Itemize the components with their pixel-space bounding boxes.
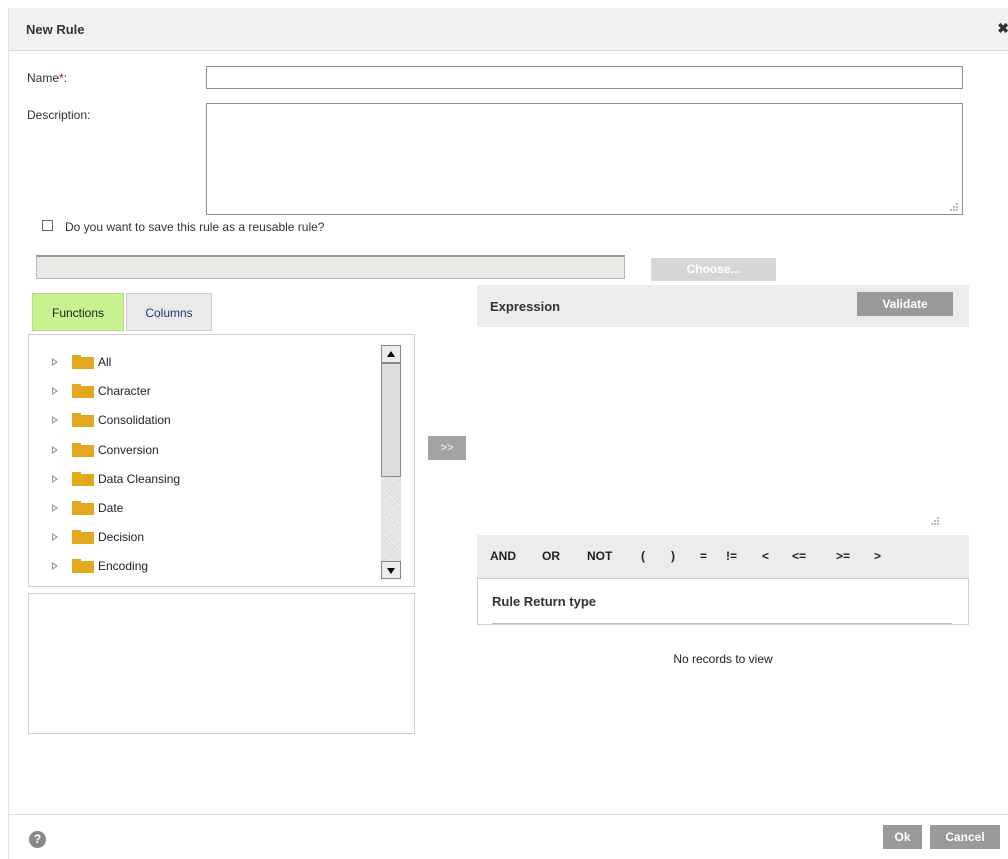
expand-arrow-icon[interactable]: [52, 446, 58, 454]
folder-icon: [72, 559, 94, 573]
tree-item-consolidation[interactable]: Consolidation: [29, 411, 369, 431]
dialog-titlebar: New Rule ✖: [9, 8, 1008, 51]
operator-not[interactable]: NOT: [587, 549, 612, 563]
name-label-suffix: :: [63, 71, 68, 85]
tree-item-label: Encoding: [98, 559, 149, 573]
validate-button[interactable]: Validate: [857, 292, 953, 316]
operator-less-or-equal[interactable]: <=: [792, 549, 806, 563]
divider: [492, 623, 952, 624]
expand-arrow-icon[interactable]: [52, 475, 58, 483]
operator-less-than[interactable]: <: [762, 549, 769, 563]
tree-item-decision[interactable]: Decision: [29, 528, 369, 548]
tree-item-label: Conversion: [98, 443, 159, 457]
expression-title: Expression: [490, 299, 561, 314]
reusable-rule-path-input: [36, 255, 625, 279]
expression-input[interactable]: [477, 327, 969, 535]
scroll-up-button[interactable]: [381, 345, 401, 363]
expand-arrow-icon[interactable]: [52, 562, 58, 570]
cancel-button[interactable]: Cancel: [930, 825, 1000, 849]
operator-greater-than[interactable]: >: [874, 549, 881, 563]
scrollbar-thumb[interactable]: [381, 363, 401, 477]
close-icon[interactable]: ✖: [997, 20, 1008, 37]
dialog-title: New Rule: [26, 22, 85, 37]
expression-panel: Expression Validate AND OR NOT ( ) = != …: [477, 285, 969, 578]
operator-and[interactable]: AND: [490, 549, 516, 563]
expand-arrow-icon[interactable]: [52, 533, 58, 541]
expand-arrow-icon[interactable]: [52, 416, 58, 424]
footer-divider: [9, 814, 1008, 815]
expand-arrow-icon[interactable]: [52, 358, 58, 366]
name-input[interactable]: [206, 66, 963, 89]
rule-return-type-title: Rule Return type: [492, 594, 597, 609]
no-records-message: No records to view: [673, 652, 773, 666]
expand-arrow-icon[interactable]: [52, 504, 58, 512]
description-label: Description:: [27, 108, 91, 122]
tree-item-label: Consolidation: [98, 413, 171, 427]
tree-item-character[interactable]: Character: [29, 382, 369, 402]
operator-bar: AND OR NOT ( ) = != < <= >= >: [477, 535, 969, 578]
tree-item-label: Data Cleansing: [98, 472, 181, 486]
arrow-up-icon: [387, 351, 395, 357]
ok-button[interactable]: Ok: [883, 825, 922, 849]
folder-icon: [72, 530, 94, 544]
tree-scrollbar[interactable]: [381, 345, 401, 579]
function-description-panel: [28, 593, 415, 734]
folder-icon: [72, 413, 94, 427]
expression-header: Expression Validate: [477, 285, 969, 327]
tree-item-data-cleansing[interactable]: Data Cleansing: [29, 470, 369, 490]
expand-arrow-icon[interactable]: [52, 387, 58, 395]
function-tree-panel: All Character Consolidation Conversion D…: [28, 334, 415, 587]
tree-item-conversion[interactable]: Conversion: [29, 441, 369, 461]
rule-return-type-panel: Rule Return type: [477, 578, 969, 625]
operator-close-paren[interactable]: ): [671, 549, 675, 563]
tree-item-date[interactable]: Date: [29, 499, 369, 519]
new-rule-dialog: New Rule ✖ Name*: Description: Do you wa…: [8, 8, 1008, 859]
operator-not-equals[interactable]: !=: [726, 549, 737, 563]
folder-icon: [72, 443, 94, 457]
description-input[interactable]: [206, 103, 963, 215]
operator-equals[interactable]: =: [700, 549, 707, 563]
tree-item-label: Decision: [98, 530, 145, 544]
tab-functions[interactable]: Functions: [32, 293, 124, 331]
resize-grip-icon[interactable]: [950, 203, 958, 211]
add-to-expression-button[interactable]: >>: [428, 436, 466, 460]
help-icon[interactable]: ?: [29, 831, 46, 848]
operator-or[interactable]: OR: [542, 549, 560, 563]
folder-icon: [72, 472, 94, 486]
name-label: Name*:: [27, 71, 67, 85]
tab-columns[interactable]: Columns: [126, 293, 212, 331]
choose-button[interactable]: Choose...: [651, 258, 776, 281]
folder-icon: [72, 355, 94, 369]
scroll-down-button[interactable]: [381, 561, 401, 579]
arrow-down-icon: [387, 568, 395, 574]
operator-greater-or-equal[interactable]: >=: [836, 549, 850, 563]
tree-item-label: Character: [98, 384, 151, 398]
folder-icon: [72, 384, 94, 398]
folder-icon: [72, 501, 94, 515]
operator-open-paren[interactable]: (: [641, 549, 645, 563]
tree-item-encoding[interactable]: Encoding: [29, 557, 369, 577]
tree-item-label: Date: [98, 501, 124, 515]
tree-item-label: All: [98, 355, 112, 369]
reusable-checkbox-icon[interactable]: [42, 220, 53, 231]
resize-grip-icon[interactable]: [931, 517, 939, 525]
reusable-label: Do you want to save this rule as a reusa…: [65, 220, 325, 234]
name-label-text: Name: [27, 71, 60, 85]
tree-item-all[interactable]: All: [29, 353, 369, 373]
